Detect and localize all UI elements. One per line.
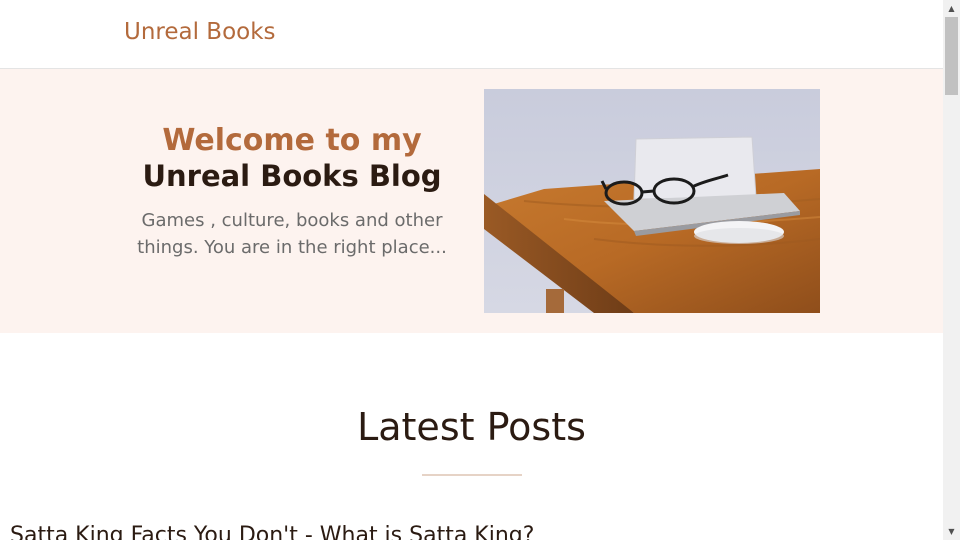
post-title-link[interactable]: Satta King Facts You Don't - What is Sat… [10,523,534,540]
hero-heading-line2: Unreal Books Blog [142,159,442,193]
vertical-scrollbar[interactable]: ▲ ▼ [943,0,960,540]
latest-posts-heading: Latest Posts [357,405,586,449]
scrollbar-thumb[interactable] [945,17,958,95]
hero-image [484,89,820,313]
section-divider [422,474,522,476]
site-header: Unreal Books [0,0,943,69]
desk-laptop-glasses-photo [484,89,820,313]
scroll-down-arrow-icon[interactable]: ▼ [943,523,960,540]
hero-text: Welcome to my Unreal Books Blog Games , … [120,123,464,261]
hero-section: Welcome to my Unreal Books Blog Games , … [0,69,943,333]
latest-posts-section: Latest Posts Satta King Facts You Don't … [0,333,943,540]
hero-heading-line1: Welcome to my [162,123,422,158]
page: Unreal Books Welcome to my Unreal Books … [0,0,943,540]
site-title-link[interactable]: Unreal Books [124,19,276,45]
scroll-up-arrow-icon[interactable]: ▲ [943,0,960,17]
hero-subtitle: Games , culture, books and other things.… [137,210,447,258]
